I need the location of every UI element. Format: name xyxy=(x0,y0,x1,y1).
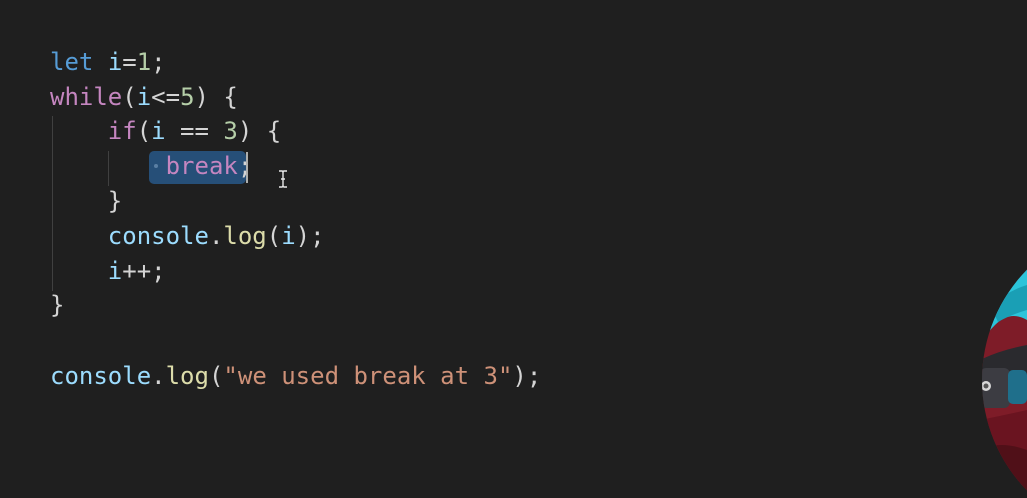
code-token: { xyxy=(252,117,282,145)
code-token: if xyxy=(107,117,137,145)
code-line[interactable]: i++; xyxy=(50,254,166,288)
code-token: ; xyxy=(526,362,542,390)
code-token: { xyxy=(208,83,238,111)
code-token: i xyxy=(107,257,123,285)
code-line[interactable]: } xyxy=(50,184,122,218)
code-token: ) xyxy=(512,362,527,390)
code-token: 5 xyxy=(180,83,195,111)
code-token: log xyxy=(223,222,267,250)
code-token: ) xyxy=(194,83,209,111)
code-line[interactable]: console.log(i); xyxy=(50,219,325,253)
code-token: 1 xyxy=(136,48,152,76)
code-token: console xyxy=(50,362,152,390)
code-line[interactable]: let i=1; xyxy=(50,45,166,79)
code-token: . xyxy=(208,222,224,250)
code-token: i xyxy=(136,83,152,111)
code-editor[interactable]: let i=1; while(i<=5) { if(i == 3) { break… xyxy=(0,0,1027,498)
webcam-overlay xyxy=(982,250,1027,498)
code-token: log xyxy=(165,362,209,390)
code-token: i xyxy=(151,117,166,145)
code-token: ) xyxy=(237,117,253,145)
code-token: 3 xyxy=(223,117,238,145)
code-line[interactable]: break; xyxy=(50,149,253,183)
code-token: while xyxy=(50,83,123,111)
code-line[interactable]: if(i == 3) { xyxy=(50,114,281,148)
code-token: ( xyxy=(136,117,152,145)
code-token: <= xyxy=(151,83,181,111)
code-token: } xyxy=(107,187,123,215)
code-token: } xyxy=(50,291,65,319)
code-token: ( xyxy=(266,222,282,250)
code-token: ( xyxy=(208,362,224,390)
code-line[interactable]: console.log("we used break at 3"); xyxy=(50,359,541,393)
code-token: == xyxy=(165,117,224,145)
code-token: ( xyxy=(122,83,137,111)
code-token: . xyxy=(151,362,166,390)
code-token: console xyxy=(107,222,209,250)
code-token: ; xyxy=(310,222,325,250)
code-line[interactable]: } xyxy=(50,288,64,322)
text-cursor xyxy=(246,152,248,183)
code-line[interactable]: while(i<=5) { xyxy=(50,80,238,114)
code-token: ; xyxy=(151,48,166,76)
code-token: i xyxy=(107,48,123,76)
code-token: ++ xyxy=(122,257,152,285)
code-token: let xyxy=(50,48,94,76)
code-token: = xyxy=(122,48,137,76)
code-token: "we used break at 3" xyxy=(223,362,513,390)
mouse-ibeam-icon xyxy=(279,170,287,188)
code-token: break xyxy=(165,152,238,180)
code-token: ; xyxy=(151,257,166,285)
code-token: i xyxy=(281,222,296,250)
code-token: ) xyxy=(295,222,311,250)
